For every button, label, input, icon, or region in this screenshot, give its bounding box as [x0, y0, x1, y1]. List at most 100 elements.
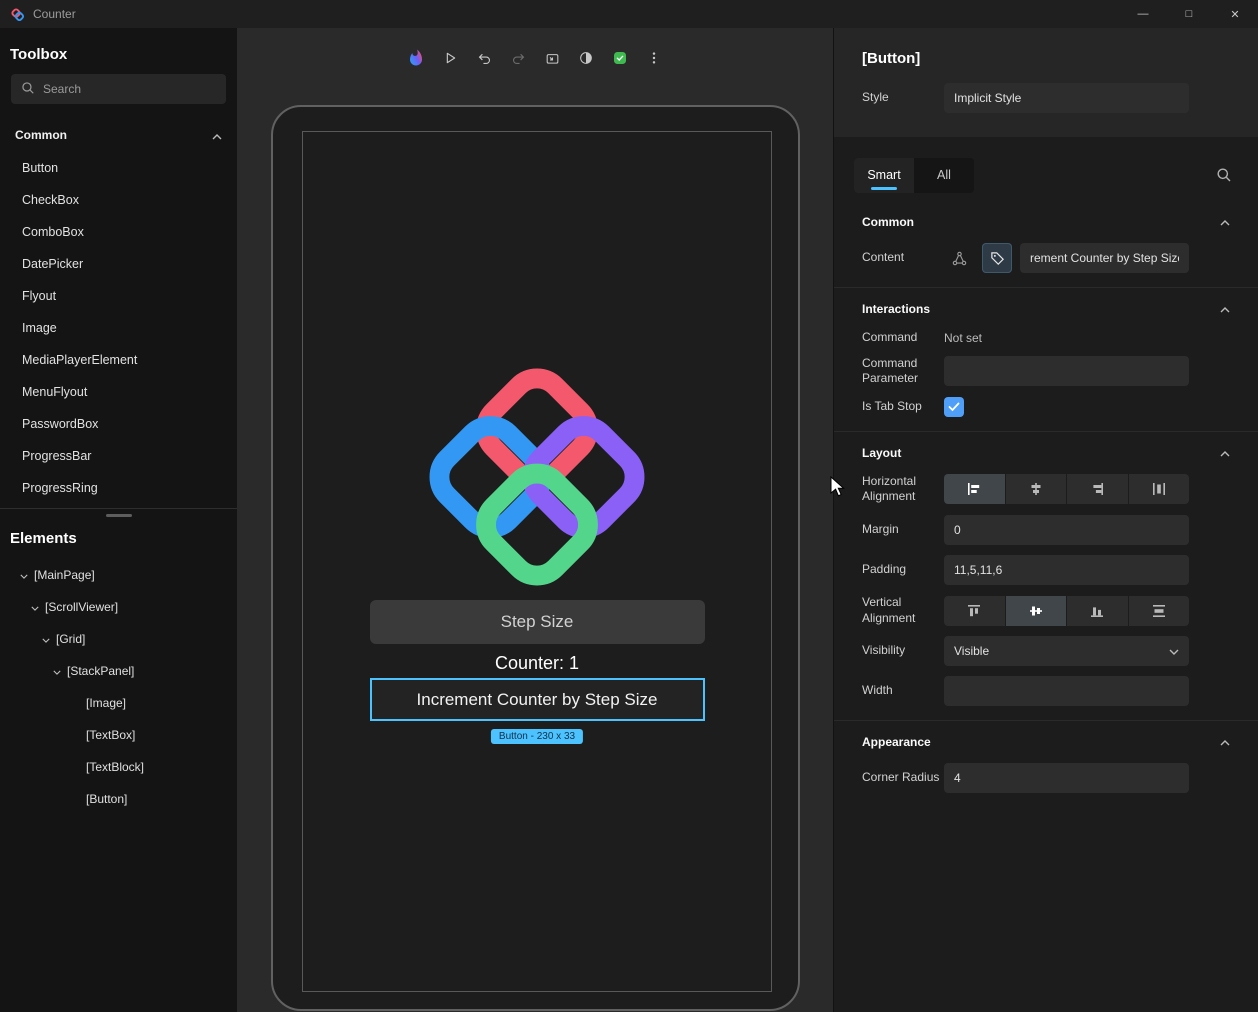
toolbox-item-passwordbox[interactable]: PasswordBox: [0, 408, 237, 440]
align-stretch-horizontal-button[interactable]: [1128, 474, 1189, 505]
command-value: Not set: [944, 330, 983, 345]
section-appearance: Appearance Corner Radius: [834, 720, 1258, 807]
chevron-down-icon: [1169, 644, 1179, 658]
selected-button-wrapper: Increment Counter by Step Size Button - …: [369, 678, 705, 744]
width-label: Width: [862, 683, 893, 698]
minimize-button[interactable]: —: [1120, 0, 1166, 28]
play-button[interactable]: [437, 45, 463, 71]
align-left-button[interactable]: [944, 474, 1005, 505]
is-tab-stop-label: Is Tab Stop: [862, 398, 922, 413]
section-interactions-header[interactable]: Interactions: [834, 290, 1258, 328]
increment-button[interactable]: Increment Counter by Step Size: [369, 678, 705, 721]
tree-item-label: [Grid]: [56, 632, 86, 646]
redo-button[interactable]: [505, 45, 531, 71]
align-top-button[interactable]: [944, 595, 1005, 626]
toolbox-search[interactable]: [11, 74, 226, 104]
margin-input[interactable]: [944, 514, 1189, 545]
visibility-select[interactable]: Visible: [944, 636, 1189, 667]
elements-title: Elements: [10, 530, 77, 547]
toolbox-search-input[interactable]: [43, 82, 216, 96]
toolbox-item-mediaplayerelement[interactable]: MediaPlayerElement: [0, 344, 237, 376]
horizontal-alignment-group: [944, 474, 1189, 505]
tab-smart[interactable]: Smart: [854, 157, 914, 193]
tree-item-label: [Image]: [86, 696, 127, 710]
toolbox-item-checkbox[interactable]: CheckBox: [0, 184, 237, 216]
tree-item-textblock[interactable]: [TextBlock]: [0, 751, 237, 783]
toolbox-item-progressbar[interactable]: ProgressBar: [0, 440, 237, 472]
command-parameter-input[interactable]: [944, 356, 1189, 387]
undo-button[interactable]: [471, 45, 497, 71]
tree-item-stackpanel[interactable]: [StackPanel]: [0, 655, 237, 687]
validation-status-button[interactable]: [607, 45, 633, 71]
section-common-header[interactable]: Common: [834, 203, 1258, 241]
content-label: Content: [862, 250, 905, 265]
toolbox-title: Toolbox: [10, 46, 68, 63]
step-size-textbox[interactable]: Step Size: [369, 600, 705, 644]
style-label: Style: [862, 90, 889, 105]
section-layout: Layout Horizontal Alignment Margin 0 Pad…: [834, 430, 1258, 720]
toolbox-panel: Toolbox Common Button CheckBox ComboBox …: [0, 28, 237, 1012]
maximize-button[interactable]: □: [1166, 0, 1212, 28]
inspector-tabs: Smart All: [834, 149, 1258, 201]
toolbox-item-image[interactable]: Image: [0, 312, 237, 344]
binding-mode-button[interactable]: [944, 243, 974, 273]
hot-design-flame-button[interactable]: [403, 45, 429, 71]
splitter-grip-icon: [105, 513, 132, 517]
align-center-button[interactable]: [1005, 474, 1066, 505]
chevron-down-icon: [53, 664, 61, 678]
section-layout-header[interactable]: Layout: [834, 434, 1258, 472]
inspector-search-icon[interactable]: [1216, 167, 1232, 183]
fit-to-screen-button[interactable]: [539, 45, 565, 71]
padding-input[interactable]: [944, 554, 1189, 585]
toolbox-item-datepicker[interactable]: DatePicker: [0, 248, 237, 280]
toolbox-item-combobox[interactable]: ComboBox: [0, 216, 237, 248]
align-right-button[interactable]: [1067, 474, 1128, 505]
width-input[interactable]: [944, 676, 1189, 707]
selected-element-name: [Button]: [862, 50, 921, 67]
align-bottom-button[interactable]: [1067, 595, 1128, 626]
app-preview-screen: Step Size Counter: 1 Increment Counter b…: [302, 131, 772, 992]
tab-smart-label: Smart: [867, 168, 901, 182]
tree-item-mainpage[interactable]: [MainPage]: [0, 559, 237, 591]
literal-value-tag-button[interactable]: [982, 243, 1012, 273]
panel-splitter[interactable]: [0, 508, 237, 521]
close-button[interactable]: ✕: [1212, 0, 1258, 28]
elements-tree: [MainPage] [ScrollViewer] [Grid] [StackP…: [0, 559, 237, 815]
corner-radius-input[interactable]: [944, 763, 1189, 794]
section-interactions: Interactions Command Not set Command Par…: [834, 287, 1258, 431]
design-canvas[interactable]: Step Size Counter: 1 Increment Counter b…: [237, 28, 833, 1012]
window-title: Counter: [33, 7, 76, 21]
toolbox-item-flyout[interactable]: Flyout: [0, 280, 237, 312]
mouse-cursor: [830, 476, 845, 497]
tree-item-scrollviewer[interactable]: [ScrollViewer]: [0, 591, 237, 623]
toolbox-item-list: Button CheckBox ComboBox DatePicker Flyo…: [0, 152, 237, 504]
app-logo-icon: [10, 7, 25, 22]
command-parameter-label: Command Parameter: [862, 355, 919, 386]
toolbox-item-button[interactable]: Button: [0, 152, 237, 184]
more-options-button[interactable]: [641, 45, 667, 71]
tree-item-grid[interactable]: [Grid]: [0, 623, 237, 655]
tree-item-label: [MainPage]: [34, 568, 95, 582]
tree-item-textbox[interactable]: [TextBox]: [0, 719, 237, 751]
toolbox-item-menuflyout[interactable]: MenuFlyout: [0, 376, 237, 408]
toolbox-item-progressring[interactable]: ProgressRing: [0, 472, 237, 504]
align-stretch-vertical-button[interactable]: [1128, 595, 1189, 626]
chevron-down-icon: [20, 568, 28, 582]
section-appearance-header[interactable]: Appearance: [834, 723, 1258, 761]
tab-all-label: All: [937, 168, 951, 182]
section-common-title: Common: [862, 215, 914, 229]
titlebar: Counter — □ ✕: [0, 0, 1258, 28]
margin-label: Margin: [862, 522, 899, 537]
chevron-down-icon: [31, 600, 39, 614]
tree-item-label: [ScrollViewer]: [45, 600, 119, 614]
tree-item-image[interactable]: [Image]: [0, 687, 237, 719]
is-tab-stop-checkbox[interactable]: [944, 396, 964, 417]
toolbox-section-common[interactable]: Common: [0, 120, 237, 150]
content-input[interactable]: [1020, 243, 1189, 273]
theme-toggle-button[interactable]: [573, 45, 599, 71]
style-input[interactable]: [944, 83, 1189, 113]
tree-item-button[interactable]: [Button]: [0, 783, 237, 815]
window-controls: — □ ✕: [1120, 0, 1258, 28]
align-middle-button[interactable]: [1005, 595, 1066, 626]
tab-all[interactable]: All: [914, 158, 974, 193]
